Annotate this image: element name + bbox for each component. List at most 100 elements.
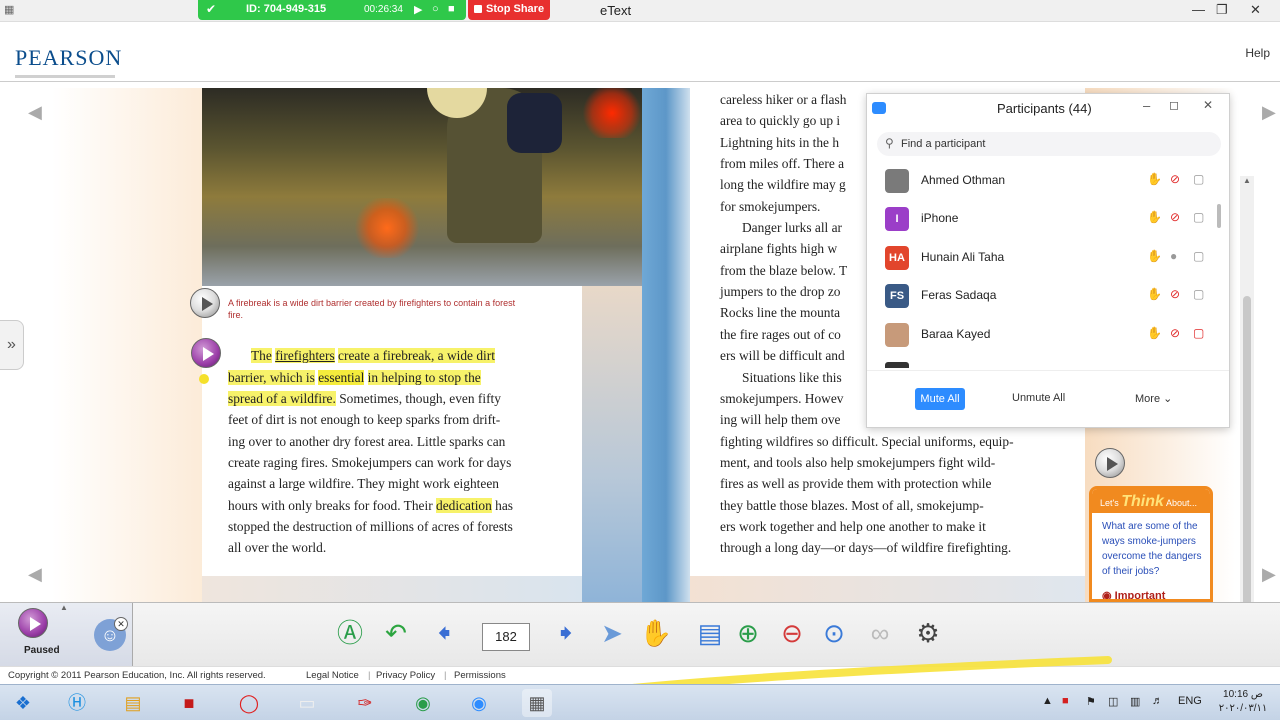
think-tail: About... xyxy=(1165,498,1197,508)
mic-icon[interactable]: ● xyxy=(1170,249,1177,263)
raise-hand-icon[interactable]: ✋ xyxy=(1147,172,1162,186)
link-icon[interactable]: ∞ xyxy=(862,615,898,651)
fit-page-icon[interactable]: ⊙ xyxy=(816,615,852,651)
prev-page-arrow-bottom[interactable]: ◀ xyxy=(28,564,48,590)
etext-app-icon[interactable]: ▦ xyxy=(522,689,552,717)
close-audio-icon[interactable]: ✕ xyxy=(114,617,128,631)
next-page-arrow-bottom[interactable]: ▶ xyxy=(1262,564,1280,590)
paragraph-audio-play-button[interactable] xyxy=(191,338,221,368)
partial-avatar xyxy=(885,362,909,368)
back-history-icon[interactable]: ↶ xyxy=(378,615,414,651)
previous-page-icon[interactable]: 🠸 xyxy=(426,615,462,651)
single-page-icon[interactable]: ▤ xyxy=(692,615,728,651)
mic-muted-icon[interactable]: ⊘ xyxy=(1170,172,1180,186)
participant-row[interactable]: Ahmed Othman ✋ ⊘ ▢ xyxy=(867,162,1215,200)
file-explorer-icon[interactable]: ▤ xyxy=(118,689,148,717)
record-icon[interactable]: ○ xyxy=(432,3,439,15)
glossary-icon[interactable]: Ⓐ xyxy=(332,615,368,651)
privacy-policy-link[interactable]: Privacy Policy xyxy=(376,670,435,681)
zoom-meeting-bar[interactable]: ✔ ID: 704-949-315 00:26:34 ▶ ○ ■ xyxy=(198,0,466,20)
unmute-all-button[interactable]: Unmute All xyxy=(1012,392,1065,404)
highlighted-phrase: create a firebreak, a wide dirt xyxy=(338,348,495,363)
acrobat-icon[interactable]: ■ xyxy=(174,689,204,717)
paragraph-line: stopped the destruction of millions of a… xyxy=(228,519,513,534)
signal-icon[interactable]: ▥ xyxy=(1130,695,1140,708)
side-panel-toggle[interactable]: » xyxy=(0,320,24,370)
network-icon[interactable]: ◫ xyxy=(1108,695,1118,708)
audio-play-button[interactable] xyxy=(18,608,48,638)
close-icon[interactable]: ✕ xyxy=(1203,98,1213,112)
mute-all-button[interactable]: Mute All xyxy=(915,388,965,410)
camera-icon[interactable]: ▢ xyxy=(1193,249,1204,263)
camera-icon[interactable]: ▢ xyxy=(1193,172,1204,186)
flag-icon[interactable]: ⚑ xyxy=(1086,695,1096,708)
blank-document-icon[interactable]: ▭ xyxy=(292,689,322,717)
zoom-in-icon[interactable]: ⊕ xyxy=(730,615,766,651)
scrollbar-thumb[interactable] xyxy=(1243,296,1251,616)
lock-icon[interactable]: ■ xyxy=(448,3,455,15)
next-page-icon[interactable]: 🠺 xyxy=(548,615,584,651)
next-page-arrow[interactable]: ▶ xyxy=(1262,102,1280,128)
tray-expand-icon[interactable]: ▲ xyxy=(1042,695,1053,707)
avatar-initials: FS xyxy=(889,290,905,302)
page-number-input[interactable]: 182 xyxy=(482,623,530,651)
camera-icon[interactable]: ▢ xyxy=(1193,210,1204,224)
raise-hand-icon[interactable]: ✋ xyxy=(1147,249,1162,263)
speaker-icon[interactable]: ▶ xyxy=(414,3,422,16)
window-titlebar: ▦ ✔ ID: 704-949-315 00:26:34 ▶ ○ ■ Stop … xyxy=(0,0,1280,22)
chrome-icon[interactable]: ◉ xyxy=(408,689,438,717)
stop-share-button[interactable]: Stop Share xyxy=(468,0,550,20)
ie-browser-icon[interactable]: Ⓗ xyxy=(62,689,92,717)
annotate-icon[interactable]: ✑ xyxy=(350,689,380,717)
scroll-up-icon[interactable]: ▲ xyxy=(1243,176,1251,185)
hand-tool-icon[interactable]: ✋ xyxy=(638,615,674,651)
legal-notice-link[interactable]: Legal Notice xyxy=(306,670,359,681)
participant-row[interactable]: I iPhone ✋ ⊘ ▢ xyxy=(867,200,1215,238)
windows-start-icon[interactable]: ❖ xyxy=(8,689,38,717)
zoom-logo-icon xyxy=(872,102,886,114)
think-audio-play-button[interactable] xyxy=(1095,448,1125,478)
paragraph-line: ing will help them ove xyxy=(720,412,841,427)
paragraph-line: area to quickly go up i xyxy=(720,113,841,128)
participant-row[interactable]: FS Feras Sadaqa ✋ ⊘ ▢ xyxy=(867,277,1215,315)
paragraph-line: fires as well as provide them with prote… xyxy=(720,476,992,491)
tray-app-icon[interactable]: ■ xyxy=(1062,695,1069,707)
pointer-tool-icon[interactable]: ➤ xyxy=(594,615,630,651)
mic-muted-icon[interactable]: ⊘ xyxy=(1170,326,1180,340)
participant-row[interactable]: Baraa Kayed ✋ ⊘ ▢ xyxy=(867,316,1215,354)
more-button[interactable]: More ⌄ xyxy=(1135,392,1172,405)
zoom-app-icon[interactable]: ◉ xyxy=(464,689,494,717)
vocabulary-word[interactable]: dedication xyxy=(436,498,492,513)
raise-hand-icon[interactable]: ✋ xyxy=(1147,326,1162,340)
caption-audio-play-button[interactable] xyxy=(190,288,220,318)
camera-off-icon[interactable]: ▢ xyxy=(1193,326,1204,340)
maximize-icon[interactable]: ◻ xyxy=(1169,98,1179,112)
collapse-icon[interactable]: ▲ xyxy=(60,603,68,612)
mic-muted-icon[interactable]: ⊘ xyxy=(1170,210,1180,224)
minimize-icon[interactable]: – xyxy=(1143,98,1150,113)
participant-row[interactable]: HA Hunain Ali Taha ✋ ● ▢ xyxy=(867,239,1215,277)
vocabulary-word[interactable]: essential xyxy=(318,370,365,385)
paragraph-line: airplane fights high w xyxy=(720,241,838,256)
participant-list-scrollbar[interactable] xyxy=(1217,204,1221,228)
system-clock[interactable]: 10:16 ص ٢٠٢٠/٠٣/١١ xyxy=(1212,688,1274,716)
prev-page-arrow[interactable]: ◀ xyxy=(28,102,48,128)
language-indicator[interactable]: ENG xyxy=(1178,695,1202,707)
camera-icon[interactable]: ▢ xyxy=(1193,287,1204,301)
paragraph-line: from miles off. There a xyxy=(720,156,845,171)
permissions-link[interactable]: Permissions xyxy=(454,670,506,681)
close-icon[interactable]: ✕ xyxy=(1250,2,1261,18)
help-link[interactable]: Help xyxy=(1245,46,1270,60)
settings-toggle-icon[interactable]: ⚙ xyxy=(910,615,946,651)
volume-icon[interactable]: ♬ xyxy=(1152,695,1163,707)
book-gutter xyxy=(642,88,690,602)
mic-muted-icon[interactable]: ⊘ xyxy=(1170,287,1180,301)
participant-search-input[interactable] xyxy=(877,132,1221,156)
restore-icon[interactable]: ❐ xyxy=(1216,2,1228,18)
raise-hand-icon[interactable]: ✋ xyxy=(1147,210,1162,224)
minimize-icon[interactable]: — xyxy=(1192,2,1205,17)
raise-hand-icon[interactable]: ✋ xyxy=(1147,287,1162,301)
zoom-out-icon[interactable]: ⊖ xyxy=(774,615,810,651)
opera-icon[interactable]: ◯ xyxy=(234,689,264,717)
reading-marker-icon xyxy=(199,374,209,384)
